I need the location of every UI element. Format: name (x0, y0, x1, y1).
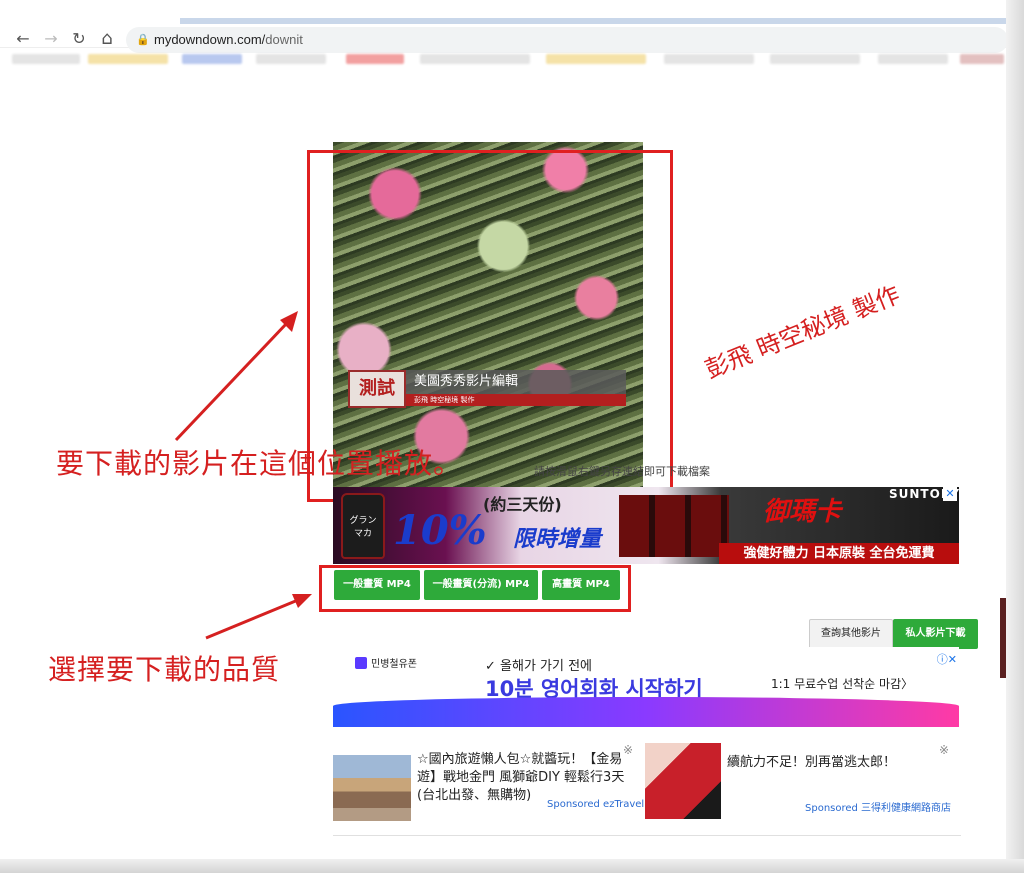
reload-icon[interactable]: ↻ (68, 28, 90, 50)
native-ad-text[interactable]: 續航力不足！別再當逃太郎！ (727, 751, 896, 770)
lock-icon: 🔒 (136, 33, 150, 46)
bookmarks-bar (0, 48, 1008, 70)
adchoices-icon[interactable]: ⓘ✕ (937, 651, 957, 667)
ad2-cta[interactable]: 1:1 무료수업 선착순 마감〉 (771, 675, 913, 692)
bookmark[interactable] (256, 54, 326, 64)
bookmark[interactable] (12, 54, 80, 64)
ad-close-icon[interactable]: ✕ (943, 487, 957, 501)
search-other-videos-button[interactable]: 查詢其他影片 (809, 619, 893, 649)
bookmark[interactable] (88, 54, 168, 64)
url-path: downit (265, 32, 303, 47)
product-bottle: グラン マカ (341, 493, 385, 559)
browser-window: ← → ↻ ⌂ 🔒 mydowndown.com/downit 測試 美圖秀秀影… (0, 0, 1024, 873)
back-icon[interactable]: ← (12, 28, 34, 50)
bookmark[interactable] (960, 54, 1004, 64)
native-ads: ☆國內旅遊懶人包☆就醬玩！【金易遊】戰地金門 風獅爺DIY 輕鬆行3天(台北出發… (333, 743, 961, 837)
video-arrow (174, 321, 289, 442)
home-icon[interactable]: ⌂ (96, 28, 118, 50)
bookmark[interactable] (878, 54, 948, 64)
forward-icon[interactable]: → (40, 28, 62, 50)
ad-thumbnail[interactable] (333, 755, 411, 821)
quality-highlight-box (319, 565, 631, 612)
ad-tagline: 強健好體力 日本原裝 全台免運費 (719, 543, 959, 564)
quality-arrow (205, 598, 299, 640)
bookmark[interactable] (182, 54, 242, 64)
ad2-check-text: ✓ 올해가 가기 전에 (485, 659, 593, 674)
native-ad-text[interactable]: ☆國內旅遊懶人包☆就醬玩！【金易遊】戰地金門 風獅爺DIY 輕鬆行3天(台北出發… (417, 751, 629, 805)
window-shadow-right (1006, 0, 1024, 873)
ad2-gradient-decoration (333, 697, 959, 727)
native-ad-sponsor: Sponsored ezTravel (547, 799, 645, 810)
tab-strip (180, 18, 1008, 24)
quality-arrow-head (292, 594, 312, 608)
bookmark[interactable] (420, 54, 530, 64)
ad2-brand: 민병철유폰 (371, 659, 417, 670)
annotation-arrows (174, 311, 312, 640)
bookmark[interactable] (770, 54, 860, 64)
native-ad-sponsor: Sponsored 三得利健康網路商店 (805, 803, 952, 814)
bookmark[interactable] (346, 54, 404, 64)
ad-days: (約三天份) (483, 495, 562, 514)
page-content: 測試 美圖秀秀影片編輯 彭飛 時空秘境 製作 要下載的影片在這個位置播放。 選擇… (0, 70, 1006, 859)
adchoice-icon[interactable]: ※ (939, 743, 949, 757)
browser-toolbar: ← → ↻ ⌂ 🔒 mydowndown.com/downit (0, 10, 1008, 53)
url-host: mydowndown.com/ (154, 32, 266, 47)
bottle-label: グラン マカ (349, 516, 377, 539)
bookmark[interactable] (546, 54, 646, 64)
ad-thumbnail[interactable] (645, 743, 721, 819)
ad-promo: 限時增量 (513, 527, 602, 552)
product-packs (619, 495, 729, 557)
url-text: mydowndown.com/downit (154, 32, 303, 47)
brand-logo-icon (355, 657, 367, 669)
bookmark[interactable] (664, 54, 754, 64)
window-shadow-bottom (0, 859, 1024, 873)
ad-banner-korean[interactable]: 민병철유폰 ✓ 올해가 가기 전에 10분 영어회화 시작하기 1:1 무료수업… (333, 647, 959, 727)
ad-percent: 10% (393, 507, 487, 554)
adchoice-icon[interactable]: ※ (623, 743, 633, 757)
ad-brand: 御瑪卡 (763, 497, 842, 527)
private-video-download-button[interactable]: 私人影片下載 (893, 619, 978, 649)
divider (333, 835, 961, 836)
ad-banner-maca[interactable]: グラン マカ (約三天份) 10% 限時增量 御瑪卡 SUNTORY ✕ 強健好… (333, 487, 959, 564)
